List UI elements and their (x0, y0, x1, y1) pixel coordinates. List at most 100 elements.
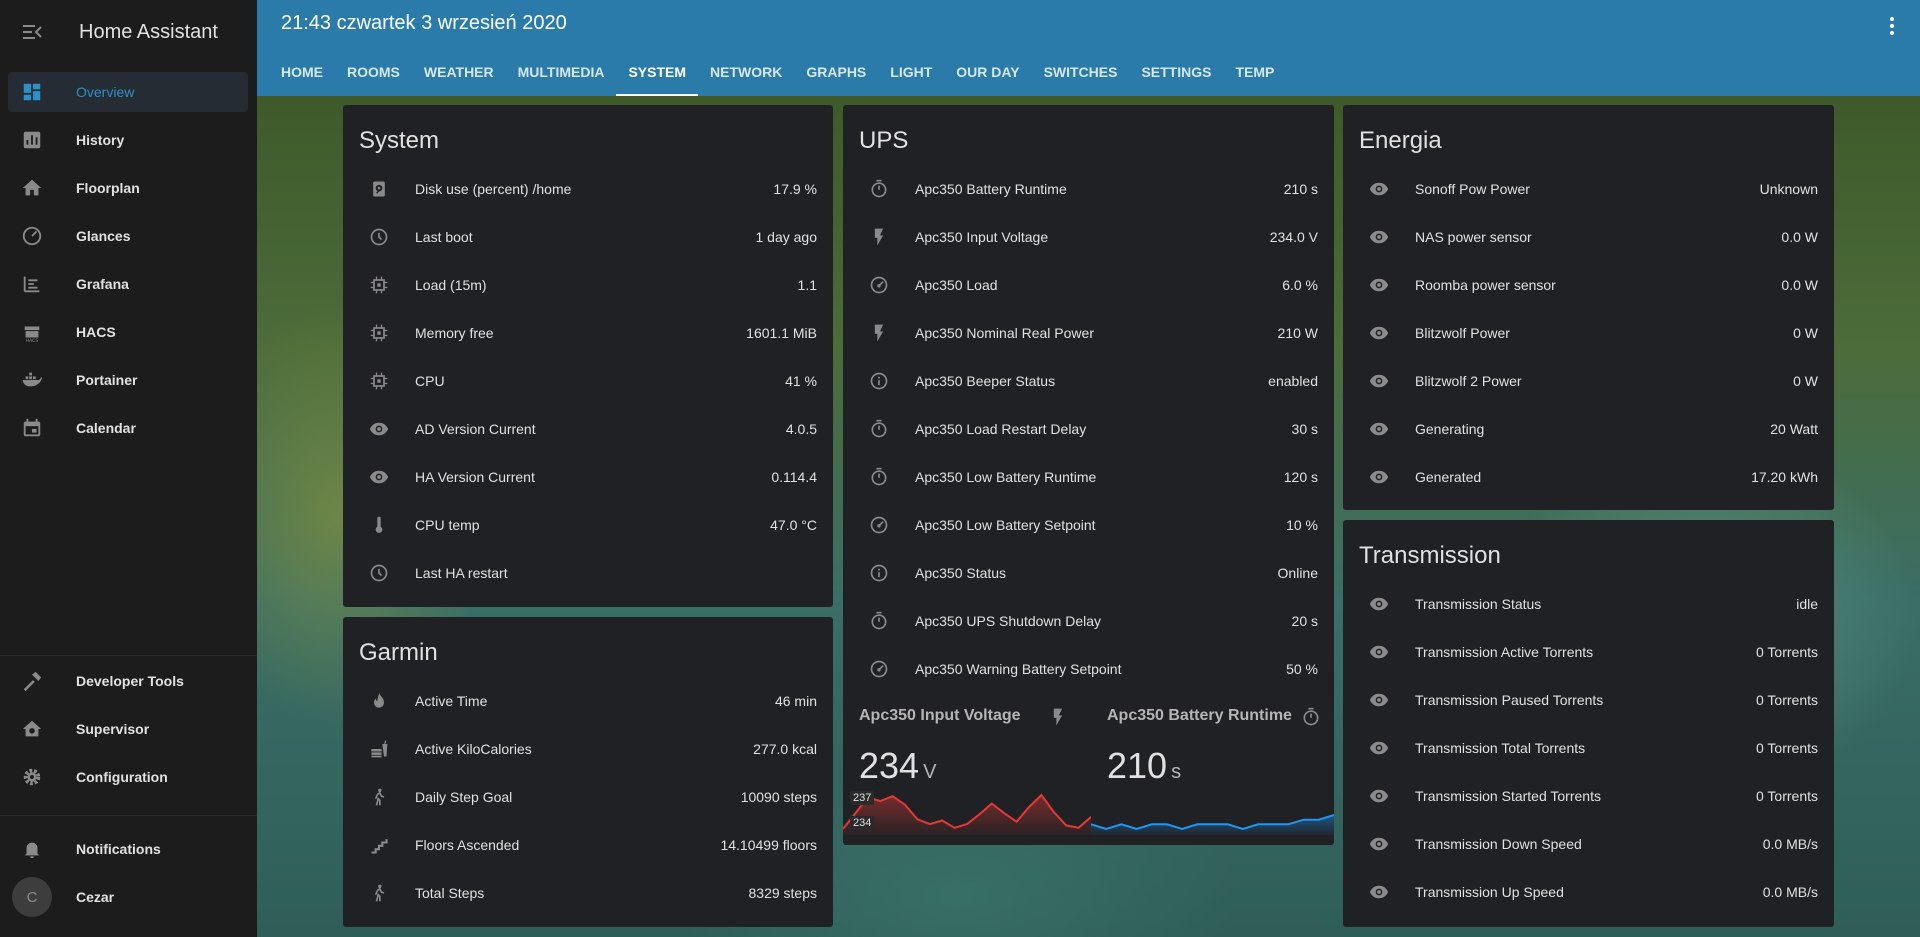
entity-name: Apc350 Input Voltage (915, 229, 1049, 245)
tab-graphs[interactable]: GRAPHS (794, 48, 878, 96)
entity-row[interactable]: Floors Ascended 14.10499 floors (359, 825, 817, 865)
sidebar-item-glances[interactable]: Glances (8, 216, 248, 256)
docker-icon (12, 360, 52, 400)
sensor-state: 234 (859, 745, 920, 786)
tab-our-day[interactable]: OUR DAY (944, 48, 1031, 96)
entity-name: Apc350 Battery Runtime (915, 181, 1067, 197)
entity-name: Apc350 Load Restart Delay (915, 421, 1087, 437)
eye-icon (1359, 361, 1399, 401)
entity-row[interactable]: Generating 20 Watt (1359, 409, 1818, 449)
timer-icon (859, 457, 899, 497)
entity-state: 17.20 kWh (1751, 469, 1818, 485)
entity-state: 210 s (1283, 181, 1318, 197)
tab-rooms[interactable]: ROOMS (335, 48, 412, 96)
entity-state: 0.0 MB/s (1762, 884, 1818, 900)
tab-home[interactable]: HOME (269, 48, 335, 96)
eye-icon (1359, 169, 1399, 209)
entity-name: HA Version Current (415, 469, 535, 485)
entity-row[interactable]: Transmission Started Torrents 0 Torrents (1359, 776, 1818, 816)
tab-weather[interactable]: WEATHER (412, 48, 506, 96)
sidebar-item-notifications[interactable]: Notifications (8, 829, 248, 869)
entity-row[interactable]: Transmission Down Speed 0.0 MB/s (1359, 824, 1818, 864)
entity-row[interactable]: Transmission Total Torrents 0 Torrents (1359, 728, 1818, 768)
sidebar-item-user[interactable]: C Cezar (8, 877, 248, 917)
entity-row[interactable]: Apc350 Load Restart Delay 30 s (859, 409, 1318, 449)
entity-row[interactable]: Generated 17.20 kWh (1359, 457, 1818, 497)
sidebar-item-developer-tools[interactable]: Developer Tools (8, 661, 248, 701)
entity-row[interactable]: Apc350 Low Battery Runtime 120 s (859, 457, 1318, 497)
entity-state: 0 Torrents (1756, 740, 1818, 756)
entity-row[interactable]: Apc350 UPS Shutdown Delay 20 s (859, 601, 1318, 641)
entity-state: 17.9 % (773, 181, 817, 197)
entity-row[interactable]: Sonoff Pow Power Unknown (1359, 169, 1818, 209)
entity-name: Transmission Paused Torrents (1415, 692, 1604, 708)
sensor-unit: s (1171, 761, 1182, 783)
sidebar-item-configuration[interactable]: Configuration (8, 757, 248, 797)
entity-row[interactable]: Memory free 1601.1 MiB (359, 313, 817, 353)
entity-state: 277.0 kcal (753, 741, 817, 757)
entity-row[interactable]: Active Time 46 min (359, 681, 817, 721)
entity-row[interactable]: Total Steps 8329 steps (359, 873, 817, 913)
more-options-icon[interactable] (1880, 14, 1904, 38)
tab-system[interactable]: SYSTEM (616, 48, 698, 96)
entity-row[interactable]: Transmission Paused Torrents 0 Torrents (1359, 680, 1818, 720)
entity-row[interactable]: Apc350 Input Voltage 234.0 V (859, 217, 1318, 257)
system-card: System Disk use (percent) /home 17.9 % Las… (343, 105, 833, 607)
entity-row[interactable]: AD Version Current 4.0.5 (359, 409, 817, 449)
entity-row[interactable]: Apc350 Load 6.0 % (859, 265, 1318, 305)
menu-collapse-icon[interactable] (0, 0, 64, 64)
svg-text:HACS: HACS (26, 338, 39, 343)
entity-row[interactable]: Transmission Up Speed 0.0 MB/s (1359, 872, 1818, 912)
entity-row[interactable]: Last boot 1 day ago (359, 217, 817, 257)
tab-network[interactable]: NETWORK (698, 48, 794, 96)
sidebar-item-grafana[interactable]: Grafana (8, 264, 248, 304)
tab-temp[interactable]: TEMP (1223, 48, 1286, 96)
sidebar-item-supervisor[interactable]: Supervisor (8, 709, 248, 749)
sidebar-item-calendar[interactable]: Calendar (8, 408, 248, 448)
entity-row[interactable]: Apc350 Battery Runtime 210 s (859, 169, 1318, 209)
entity-row[interactable]: Apc350 Nominal Real Power 210 W (859, 313, 1318, 353)
entity-row[interactable]: Load (15m) 1.1 (359, 265, 817, 305)
sidebar-item-hacs[interactable]: HACS HACS (8, 312, 248, 352)
entity-row[interactable]: Apc350 Beeper Status enabled (859, 361, 1318, 401)
entity-name: NAS power sensor (1415, 229, 1532, 245)
info-icon (859, 553, 899, 593)
entity-state: 0.0 W (1781, 277, 1818, 293)
entity-row[interactable]: Last HA restart (359, 553, 817, 593)
entity-row[interactable]: Apc350 Warning Battery Setpoint 50 % (859, 649, 1318, 689)
entity-row[interactable]: NAS power sensor 0.0 W (1359, 217, 1818, 257)
sidebar-item-history[interactable]: History (8, 120, 248, 160)
entity-row[interactable]: Disk use (percent) /home 17.9 % (359, 169, 817, 209)
entity-row[interactable]: Transmission Active Torrents 0 Torrents (1359, 632, 1818, 672)
tab-light[interactable]: LIGHT (878, 48, 944, 96)
chip-icon (359, 265, 399, 305)
sidebar-item-label: Grafana (76, 276, 129, 292)
sidebar-item-label: Portainer (76, 372, 138, 388)
sidebar-item-label: Calendar (76, 420, 136, 436)
entity-row[interactable]: CPU temp 47.0 °C (359, 505, 817, 545)
entity-row[interactable]: CPU 41 % (359, 361, 817, 401)
entity-row[interactable]: Active KiloCalories 277.0 kcal (359, 729, 817, 769)
voltage-sensor-card[interactable]: Apc350 Input Voltage 234 V 237 234 (843, 695, 1091, 845)
dashboard-icon (12, 72, 52, 112)
entity-name: Apc350 Load (915, 277, 998, 293)
sidebar-item-floorplan[interactable]: Floorplan (8, 168, 248, 208)
entity-row[interactable]: Apc350 Status Online (859, 553, 1318, 593)
entity-state: 20 Watt (1770, 421, 1818, 437)
entity-row[interactable]: Blitzwolf Power 0 W (1359, 313, 1818, 353)
entity-row[interactable]: HA Version Current 0.114.4 (359, 457, 817, 497)
sidebar-item-portainer[interactable]: Portainer (8, 360, 248, 400)
entity-row[interactable]: Blitzwolf 2 Power 0 W (1359, 361, 1818, 401)
tab-switches[interactable]: SWITCHES (1032, 48, 1130, 96)
thermometer-icon (359, 505, 399, 545)
entity-row[interactable]: Daily Step Goal 10090 steps (359, 777, 817, 817)
entity-name: Total Steps (415, 885, 485, 901)
tab-settings[interactable]: SETTINGS (1129, 48, 1223, 96)
entity-row[interactable]: Apc350 Low Battery Setpoint 10 % (859, 505, 1318, 545)
runtime-sensor-card[interactable]: Apc350 Battery Runtime 210 s (1091, 695, 1334, 845)
tab-multimedia[interactable]: MULTIMEDIA (506, 48, 617, 96)
entity-row[interactable]: Roomba power sensor 0.0 W (1359, 265, 1818, 305)
entity-state: 0 Torrents (1756, 788, 1818, 804)
entity-row[interactable]: Transmission Status idle (1359, 584, 1818, 624)
sidebar-item-overview[interactable]: Overview (8, 72, 248, 112)
